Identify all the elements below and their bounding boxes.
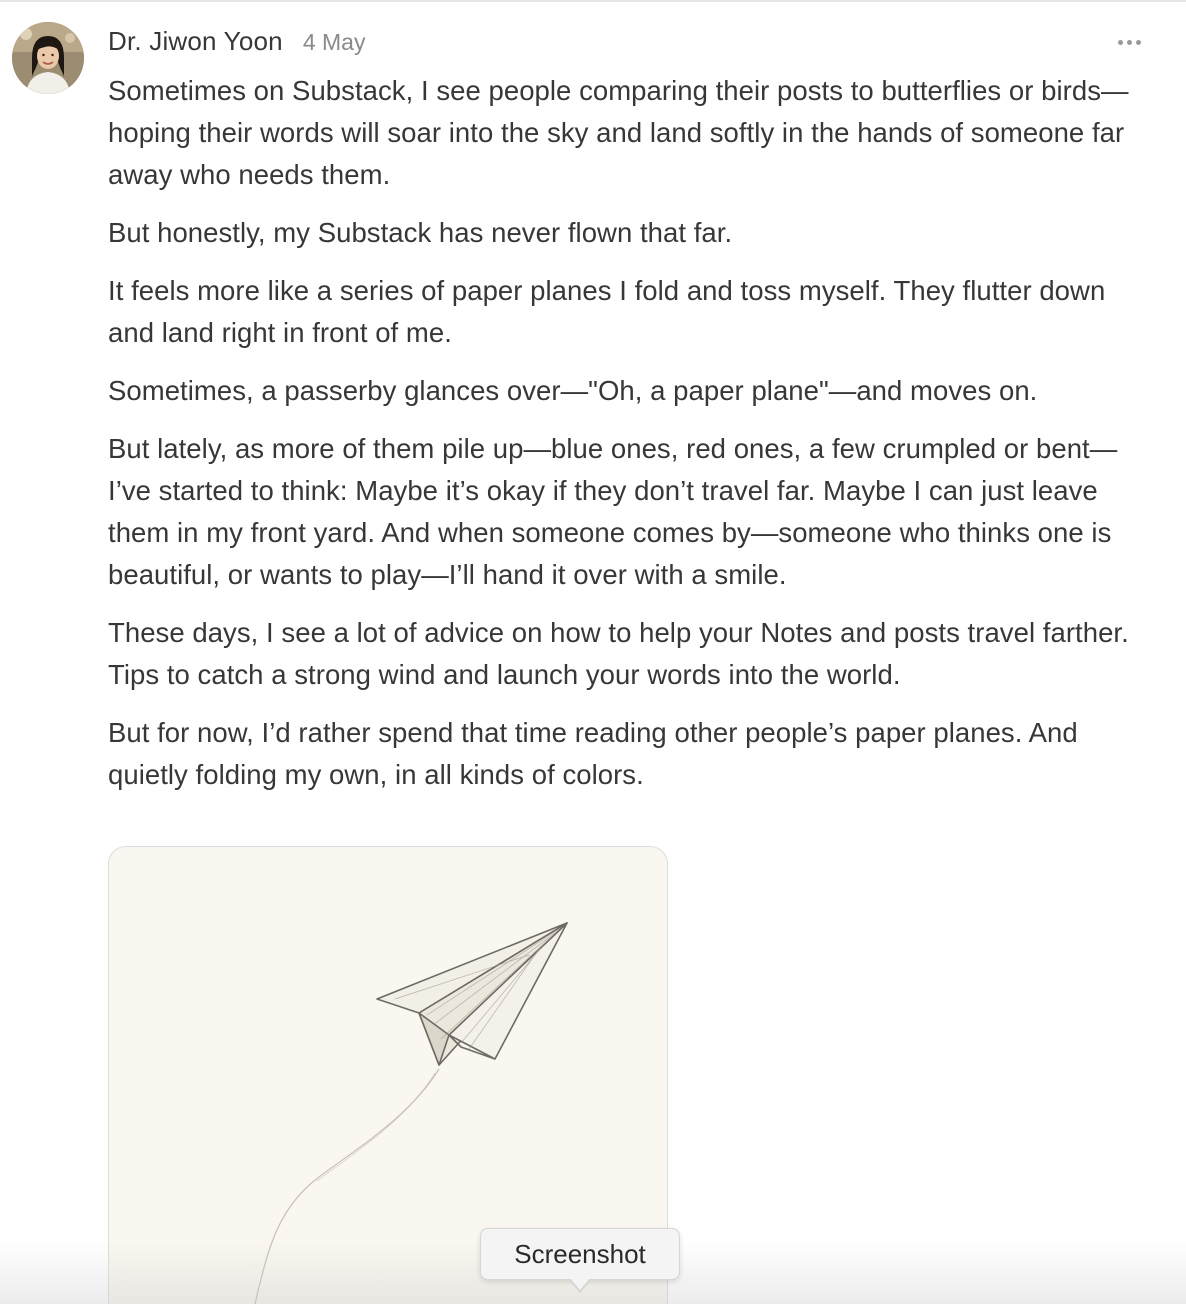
note-header: Dr. Jiwon Yoon 4 May <box>108 26 365 62</box>
tooltip-label: Screenshot <box>514 1238 646 1269</box>
paragraph: Sometimes, a passerby glances over—"Oh, … <box>108 375 1038 406</box>
author-name[interactable]: Dr. Jiwon Yoon <box>108 26 283 57</box>
more-dot <box>1135 39 1141 45</box>
paragraph: Sometimes on Substack, I see people comp… <box>108 75 1129 190</box>
post-date[interactable]: 4 May <box>303 29 366 56</box>
note-body: Sometimes on Substack, I see people comp… <box>108 70 1158 812</box>
more-dot <box>1117 39 1123 45</box>
paragraph: But lately, as more of them pile up—blue… <box>108 433 1118 590</box>
paragraph: It feels more like a series of paper pla… <box>108 275 1106 348</box>
note-card: Dr. Jiwon Yoon 4 May Sometimes on Substa… <box>0 0 1186 1304</box>
page: Dr. Jiwon Yoon 4 May Sometimes on Substa… <box>0 0 1186 1304</box>
paragraph: These days, I see a lot of advice on how… <box>108 617 1129 690</box>
screenshot-tooltip: Screenshot <box>480 1228 680 1280</box>
paragraph: But for now, I’d rather spend that time … <box>108 717 1078 790</box>
more-icon[interactable] <box>1112 28 1146 56</box>
paragraph: But honestly, my Substack has never flow… <box>108 217 733 248</box>
more-dot <box>1126 39 1132 45</box>
avatar-image <box>12 22 84 94</box>
tooltip-arrow-inner <box>570 1278 590 1290</box>
avatar[interactable] <box>12 22 84 94</box>
